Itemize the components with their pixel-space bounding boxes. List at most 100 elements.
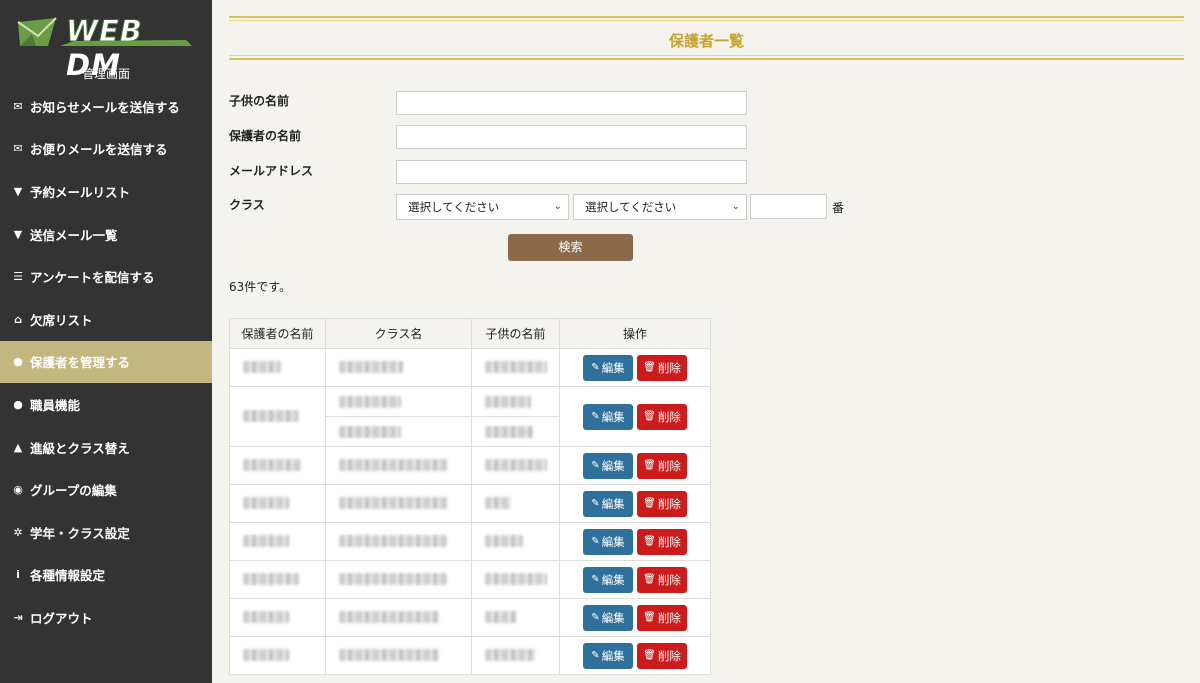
delete-button[interactable]: 🗑 削除 bbox=[637, 403, 687, 430]
parent-name-input[interactable] bbox=[396, 125, 747, 149]
table-row: ✎ 編集 🗑 削除 bbox=[229, 636, 711, 675]
grade-select[interactable]: 選択してください ⌄ bbox=[396, 194, 569, 220]
delete-button[interactable]: 🗑 削除 bbox=[637, 490, 687, 517]
table-row: ✎ 編集 🗑 削除 bbox=[229, 598, 711, 637]
table-row: ✎ 編集 🗑 削除 bbox=[229, 484, 711, 523]
sidebar-item-label: 進級とクラス替え bbox=[30, 440, 130, 456]
table-row: ✎ 編集 🗑 削除 bbox=[229, 386, 711, 447]
actions-cell: ✎ 編集 🗑 削除 bbox=[559, 598, 711, 637]
table-header-row: 保護者の名前 クラス名 子供の名前 操作 bbox=[229, 318, 711, 349]
edit-label: 編集 bbox=[601, 409, 625, 424]
sidebar-item-label: グループの編集 bbox=[30, 483, 117, 499]
email-label: メールアドレス bbox=[229, 164, 314, 178]
edit-button[interactable]: ✎ 編集 bbox=[583, 403, 633, 430]
edit-label: 編集 bbox=[601, 534, 625, 549]
edit-button[interactable]: ✎ 編集 bbox=[583, 490, 633, 517]
sidebar-item[interactable]: i 各種情報設定 bbox=[0, 554, 212, 597]
redacted-child-name bbox=[485, 573, 547, 585]
delete-button[interactable]: 🗑 削除 bbox=[637, 604, 687, 631]
sidebar-item-label: 送信メール一覧 bbox=[30, 227, 118, 243]
graduation-cap-icon: ▲ bbox=[13, 440, 23, 454]
email-input[interactable] bbox=[396, 160, 747, 184]
sign-out-icon: ⇥ bbox=[13, 610, 23, 624]
redacted-parent-name bbox=[243, 361, 281, 373]
edit-button[interactable]: ✎ 編集 bbox=[583, 604, 633, 631]
edit-label: 編集 bbox=[601, 648, 625, 663]
sidebar-item[interactable]: ◉ グループの編集 bbox=[0, 468, 212, 511]
trash-icon: 🗑 bbox=[643, 536, 656, 547]
edit-button[interactable]: ✎ 編集 bbox=[583, 354, 633, 381]
sidebar-item[interactable]: ☰ アンケートを配信する bbox=[0, 255, 212, 298]
parent-name-label: 保護者の名前 bbox=[229, 129, 302, 143]
delete-label: 削除 bbox=[657, 496, 681, 511]
filter-icon: ▼ bbox=[13, 184, 23, 198]
page-title: 保護者一覧 bbox=[668, 32, 744, 50]
edit-label: 編集 bbox=[601, 496, 625, 511]
edit-button[interactable]: ✎ 編集 bbox=[583, 452, 633, 479]
sidebar-item-label: 学年・クラス設定 bbox=[30, 525, 130, 541]
table-row: ✎ 編集 🗑 削除 bbox=[229, 446, 711, 485]
trash-icon: 🗑 bbox=[643, 362, 656, 373]
sidebar-item-label: 予約メールリスト bbox=[30, 184, 131, 200]
sidebar-item[interactable]: ● 保護者を管理する bbox=[0, 340, 212, 384]
gear-icon: ✲ bbox=[13, 525, 23, 539]
pencil-icon: ✎ bbox=[591, 362, 600, 373]
delete-button[interactable]: 🗑 削除 bbox=[637, 354, 687, 381]
sidebar-item[interactable]: ▼ 予約メールリスト bbox=[0, 170, 212, 213]
sidebar-item[interactable]: ✲ 学年・クラス設定 bbox=[0, 511, 212, 554]
delete-button[interactable]: 🗑 削除 bbox=[637, 566, 687, 593]
actions-cell: ✎ 編集 🗑 削除 bbox=[559, 560, 711, 599]
redacted-class-name bbox=[339, 535, 447, 547]
pencil-icon: ✎ bbox=[591, 498, 600, 509]
header-actions: 操作 bbox=[559, 318, 711, 349]
redacted-class-name bbox=[339, 497, 447, 509]
edit-button[interactable]: ✎ 編集 bbox=[583, 642, 633, 669]
actions-cell: ✎ 編集 🗑 削除 bbox=[559, 484, 711, 523]
class-name-cell bbox=[325, 348, 472, 387]
trash-icon: 🗑 bbox=[643, 650, 656, 661]
delete-button[interactable]: 🗑 削除 bbox=[637, 452, 687, 479]
sidebar-item-label: 欠席リスト bbox=[30, 312, 93, 328]
student-number-input[interactable] bbox=[750, 194, 827, 219]
sidebar-item[interactable]: ⇥ ログアウト bbox=[0, 596, 212, 639]
redacted-class-name bbox=[339, 425, 401, 438]
parent-name-cell bbox=[229, 386, 326, 447]
delete-button[interactable]: 🗑 削除 bbox=[637, 528, 687, 555]
sidebar-item[interactable]: ▼ 送信メール一覧 bbox=[0, 213, 212, 256]
class-select-value: 選択してください bbox=[585, 200, 677, 214]
table-row: ✎ 編集 🗑 削除 bbox=[229, 348, 711, 387]
redacted-parent-name bbox=[243, 410, 299, 422]
redacted-child-name bbox=[485, 535, 523, 547]
trash-icon: 🗑 bbox=[643, 498, 656, 509]
sidebar-item[interactable]: ⌂ 欠席リスト bbox=[0, 298, 212, 341]
sidebar-item[interactable]: ● 職員機能 bbox=[0, 383, 212, 426]
header-child-name: 子供の名前 bbox=[471, 318, 560, 349]
sidebar-item[interactable]: ✉ お知らせメールを送信する bbox=[0, 85, 212, 128]
child-name-cell bbox=[471, 598, 560, 637]
sidebar-item-label: ログアウト bbox=[30, 610, 93, 626]
title-bar: 保護者一覧 bbox=[229, 16, 1184, 60]
user-circle-icon: ◉ bbox=[13, 483, 23, 497]
delete-label: 削除 bbox=[657, 534, 681, 549]
user-icon: ● bbox=[13, 355, 23, 369]
class-select[interactable]: 選択してください ⌄ bbox=[573, 194, 747, 220]
header-class-name: クラス名 bbox=[325, 318, 472, 349]
pencil-icon: ✎ bbox=[591, 411, 600, 422]
redacted-child-name bbox=[485, 361, 547, 373]
edit-button[interactable]: ✎ 編集 bbox=[583, 566, 633, 593]
parent-name-cell bbox=[229, 348, 326, 387]
child-name-input[interactable] bbox=[396, 91, 747, 115]
search-button[interactable]: 検索 bbox=[508, 234, 633, 261]
edit-button[interactable]: ✎ 編集 bbox=[583, 528, 633, 555]
admin-title: 管理画面 bbox=[81, 67, 130, 81]
sidebar-item[interactable]: ▲ 進級とクラス替え bbox=[0, 426, 212, 469]
envelope-icon: ✉ bbox=[13, 142, 23, 156]
delete-button[interactable]: 🗑 削除 bbox=[637, 642, 687, 669]
redacted-parent-name bbox=[243, 535, 289, 547]
logo-swoosh-icon bbox=[60, 40, 192, 46]
class-name-cell bbox=[325, 386, 472, 447]
sidebar-item[interactable]: ✉ お便りメールを送信する bbox=[0, 128, 212, 171]
webdm-logo[interactable]: WEB DM bbox=[16, 14, 196, 82]
actions-cell: ✎ 編集 🗑 削除 bbox=[559, 446, 711, 485]
redacted-class-name bbox=[339, 611, 439, 623]
